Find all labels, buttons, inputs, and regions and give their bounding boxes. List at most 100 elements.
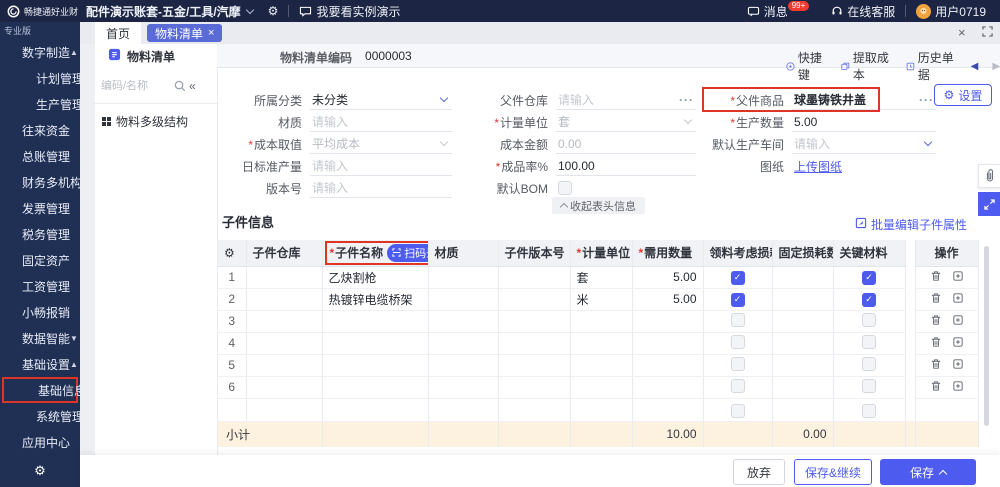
- shortcut-keys-button[interactable]: 快捷键: [786, 49, 827, 83]
- default-bom-checkbox[interactable]: [558, 181, 572, 195]
- cell-material[interactable]: [428, 288, 498, 310]
- column-settings-gear-icon[interactable]: ⚙: [218, 240, 246, 266]
- close-tab-icon[interactable]: ×: [208, 28, 214, 39]
- cell-version[interactable]: [498, 354, 570, 376]
- collapse-header-button[interactable]: 收起表头信息: [552, 197, 645, 214]
- sidebar-item-general-ledger[interactable]: 总账管理: [0, 143, 80, 169]
- delete-row-icon[interactable]: [930, 380, 942, 392]
- fullscreen-icon[interactable]: [982, 25, 993, 40]
- cell-qty[interactable]: [632, 310, 703, 332]
- sidebar-item-digital-manufacturing[interactable]: 数字制造▲: [0, 39, 80, 65]
- default-workshop-select[interactable]: 请输入: [792, 134, 936, 154]
- cell-fixed-loss[interactable]: [772, 354, 833, 376]
- copy-row-icon[interactable]: [952, 380, 964, 392]
- cell-qty[interactable]: 5.00: [632, 266, 703, 288]
- save-button[interactable]: 保存: [880, 459, 976, 485]
- cell-material[interactable]: [428, 376, 498, 398]
- delete-row-icon[interactable]: [930, 336, 942, 348]
- cell-name[interactable]: [322, 310, 428, 332]
- settings-button[interactable]: ⚙ 设置: [934, 84, 992, 106]
- more-icon[interactable]: ···: [679, 93, 694, 107]
- delete-row-icon[interactable]: [930, 358, 942, 370]
- copy-row-icon[interactable]: [952, 314, 964, 326]
- loss-checkbox[interactable]: [731, 379, 745, 393]
- cell-unit[interactable]: [570, 332, 632, 354]
- cell-unit[interactable]: 米: [570, 288, 632, 310]
- copy-row-icon[interactable]: [952, 336, 964, 348]
- cell-unit[interactable]: [570, 310, 632, 332]
- sidebar-item-tax-management[interactable]: 税务管理: [0, 221, 80, 247]
- loss-checkbox[interactable]: [731, 293, 745, 307]
- previous-record-icon[interactable]: ◀: [971, 61, 979, 72]
- copy-row-icon[interactable]: [952, 292, 964, 304]
- cell-version[interactable]: [498, 310, 570, 332]
- cell-name[interactable]: [322, 376, 428, 398]
- cell-qty[interactable]: [632, 376, 703, 398]
- cell-fixed-loss[interactable]: [772, 310, 833, 332]
- cell-warehouse[interactable]: [246, 310, 322, 332]
- sidebar-item-multi-org-finance[interactable]: 财务多机构: [0, 169, 80, 195]
- sidebar-gear-icon[interactable]: ⚙: [0, 463, 80, 479]
- more-icon[interactable]: ···: [919, 93, 934, 107]
- sidebar-item-basic-settings[interactable]: 基础设置▲: [0, 351, 80, 377]
- key-material-checkbox[interactable]: [862, 335, 876, 349]
- cell-name[interactable]: 乙炔割枪: [322, 266, 428, 288]
- extract-cost-button[interactable]: 提取成本: [841, 49, 892, 83]
- production-qty-input[interactable]: 5.00: [792, 112, 936, 132]
- loss-checkbox[interactable]: [731, 357, 745, 371]
- cell-material[interactable]: [428, 266, 498, 288]
- sidebar-item-fixed-assets[interactable]: 固定资产: [0, 247, 80, 273]
- messages-button[interactable]: 消息 99+: [747, 3, 814, 20]
- cell-qty[interactable]: [632, 332, 703, 354]
- cell-qty[interactable]: [632, 354, 703, 376]
- next-record-icon[interactable]: ▶: [992, 61, 1000, 72]
- delete-row-icon[interactable]: [930, 292, 942, 304]
- parent-warehouse-input[interactable]: 请输入···: [556, 90, 696, 110]
- sidebar-item-data-intelligence[interactable]: 数据智能▼: [0, 325, 80, 351]
- cell-fixed-loss[interactable]: [772, 332, 833, 354]
- cell-version[interactable]: [498, 266, 570, 288]
- cell-qty[interactable]: 5.00: [632, 288, 703, 310]
- version-input[interactable]: 请输入: [310, 178, 452, 198]
- cell-warehouse[interactable]: [246, 376, 322, 398]
- tab-home[interactable]: 首页: [95, 22, 141, 44]
- user-menu[interactable]: 用户0719: [916, 3, 986, 20]
- cell-warehouse[interactable]: [246, 266, 322, 288]
- cost-method-select[interactable]: 平均成本: [310, 134, 452, 154]
- cell-material[interactable]: [428, 354, 498, 376]
- copy-row-icon[interactable]: [952, 270, 964, 282]
- cell-material[interactable]: [428, 332, 498, 354]
- search-input[interactable]: [101, 80, 171, 92]
- key-material-checkbox[interactable]: [862, 313, 876, 327]
- search-icon[interactable]: [174, 80, 186, 92]
- cost-amount-input[interactable]: 0.00: [556, 134, 696, 154]
- key-material-checkbox[interactable]: [862, 293, 876, 307]
- sidebar-item-production-management[interactable]: 生产管理: [0, 91, 80, 117]
- delete-row-icon[interactable]: [930, 270, 942, 282]
- account-selector[interactable]: 配件演示账套-五金/工具/汽摩: [86, 3, 256, 20]
- cell-name[interactable]: 热镀锌电缆桥架: [322, 288, 428, 310]
- scan-entry-button[interactable]: 扫码录入: [387, 244, 428, 262]
- copy-row-icon[interactable]: [952, 358, 964, 370]
- cell-fixed-loss[interactable]: [772, 288, 833, 310]
- yield-rate-input[interactable]: 100.00: [556, 156, 696, 176]
- parent-product-input[interactable]: 球墨铸铁井盖···: [792, 90, 936, 110]
- loss-checkbox[interactable]: [731, 313, 745, 327]
- cell-version[interactable]: [498, 376, 570, 398]
- upload-drawing-link[interactable]: 上传图纸: [794, 158, 842, 175]
- key-material-checkbox[interactable]: [862, 404, 876, 418]
- cell-material[interactable]: [428, 310, 498, 332]
- cell-warehouse[interactable]: [246, 288, 322, 310]
- unit-select[interactable]: 套: [556, 112, 696, 132]
- cell-unit[interactable]: [570, 354, 632, 376]
- sidebar-item-payroll[interactable]: 工资管理: [0, 273, 80, 299]
- save-and-continue-button[interactable]: 保存&继续: [794, 459, 872, 485]
- key-material-checkbox[interactable]: [862, 379, 876, 393]
- key-material-checkbox[interactable]: [862, 357, 876, 371]
- cell-warehouse[interactable]: [246, 332, 322, 354]
- expand-panel-button[interactable]: [978, 192, 1000, 216]
- sidebar-item-plan-management[interactable]: 计划管理: [0, 65, 80, 91]
- workspace-gear-icon[interactable]: ⚙: [268, 4, 279, 18]
- sidebar-item-invoice-management[interactable]: 发票管理: [0, 195, 80, 221]
- cell-fixed-loss[interactable]: [772, 376, 833, 398]
